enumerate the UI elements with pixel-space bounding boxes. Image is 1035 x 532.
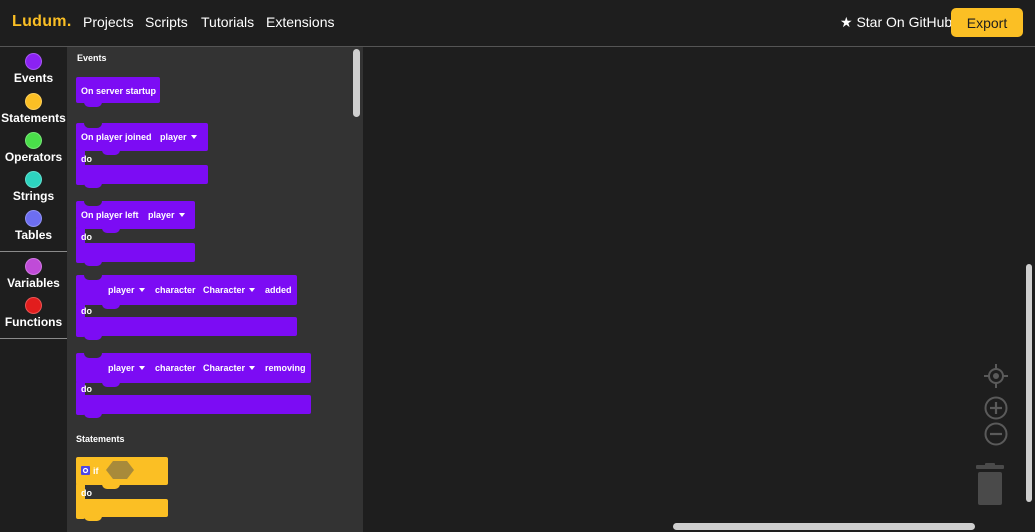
block-text: removing <box>265 363 306 373</box>
category-label: Operators <box>4 150 63 164</box>
player-dropdown[interactable]: player <box>160 132 197 142</box>
app-logo[interactable]: Ludum. <box>12 13 72 31</box>
category-statements[interactable]: Statements <box>0 93 67 125</box>
category-label: Tables <box>14 228 53 242</box>
block-text: On player left <box>81 210 139 220</box>
workspace-vertical-scrollbar[interactable] <box>1026 264 1032 502</box>
category-label: Statements <box>1 111 66 125</box>
gear-icon[interactable] <box>81 466 90 475</box>
dropdown-label: player <box>148 210 175 220</box>
category-label: Events <box>13 71 54 85</box>
category-label: Functions <box>4 315 63 329</box>
player-dropdown[interactable]: player <box>108 285 145 295</box>
do-label: do <box>81 306 92 316</box>
nav-link-tutorials[interactable]: Tutorials <box>201 14 254 30</box>
category-operators[interactable]: Operators <box>0 132 67 164</box>
player-dropdown[interactable]: player <box>108 363 145 373</box>
dropdown-label: Character <box>203 363 246 373</box>
nav-link-extensions[interactable]: Extensions <box>266 14 334 30</box>
caret-down-icon <box>138 287 145 292</box>
block-text: On server startup <box>81 86 157 96</box>
workspace-horizontal-scrollbar[interactable] <box>673 523 975 530</box>
block-if[interactable]: if do <box>76 457 168 521</box>
player-dropdown[interactable]: player <box>148 210 185 220</box>
block-text: character <box>155 363 196 373</box>
star-on-github-link[interactable]: ★ Star On GitHub <box>840 14 952 31</box>
zoom-out-icon[interactable] <box>984 422 1008 446</box>
strings-color-dot <box>25 171 42 188</box>
workspace-canvas[interactable] <box>363 47 1035 532</box>
category-functions[interactable]: Functions <box>0 297 67 329</box>
caret-down-icon <box>249 365 256 370</box>
trash-icon[interactable] <box>974 463 1006 507</box>
caret-down-icon <box>138 365 145 370</box>
nav-link-projects[interactable]: Projects <box>83 14 134 30</box>
nav-link-scripts[interactable]: Scripts <box>145 14 188 30</box>
operators-color-dot <box>25 132 42 149</box>
do-label: do <box>81 154 92 164</box>
zoom-in-icon[interactable] <box>984 396 1008 420</box>
category-tables[interactable]: Tables <box>0 210 67 242</box>
dropdown-label: player <box>108 363 135 373</box>
block-on-player-joined[interactable]: On player joined player do <box>76 123 208 188</box>
category-toolbox: Events Statements Operators Strings Tabl… <box>0 47 67 532</box>
character-dropdown[interactable]: Character <box>203 363 256 373</box>
block-character-removing[interactable]: player character Character removing do <box>76 353 311 418</box>
caret-down-icon <box>249 287 256 292</box>
block-on-player-left[interactable]: On player left player do <box>76 201 195 266</box>
category-variables[interactable]: Variables <box>0 258 67 290</box>
flyout-scrollbar[interactable] <box>353 49 360 117</box>
dropdown-label: player <box>108 285 135 295</box>
caret-down-icon <box>190 134 197 139</box>
variables-color-dot <box>25 258 42 275</box>
top-navbar: Ludum. Projects Scripts Tutorials Extens… <box>0 0 1035 46</box>
functions-color-dot <box>25 297 42 314</box>
do-label: do <box>81 384 92 394</box>
target-icon[interactable] <box>984 364 1008 388</box>
dropdown-label: player <box>160 132 187 142</box>
section-title-statements: Statements <box>76 434 125 444</box>
block-character-added[interactable]: player character Character added do <box>76 275 297 340</box>
export-button[interactable]: Export <box>951 8 1023 37</box>
if-label: if <box>93 466 99 476</box>
block-flyout: Events On server startup On player joine… <box>67 47 363 532</box>
block-on-server-startup[interactable]: On server startup <box>76 77 160 107</box>
block-text: On player joined <box>81 132 152 142</box>
category-separator <box>0 338 67 339</box>
category-strings[interactable]: Strings <box>0 171 67 203</box>
dropdown-label: Character <box>203 285 246 295</box>
hexagon-input-slot[interactable] <box>105 460 135 480</box>
events-color-dot <box>25 53 42 70</box>
category-events[interactable]: Events <box>0 53 67 85</box>
category-separator <box>0 251 67 252</box>
category-label: Variables <box>7 276 60 290</box>
caret-down-icon <box>178 212 185 217</box>
block-text: added <box>265 285 292 295</box>
section-title-events: Events <box>77 53 107 63</box>
character-dropdown[interactable]: Character <box>203 285 256 295</box>
do-label: do <box>81 488 92 498</box>
statements-color-dot <box>25 93 42 110</box>
tables-color-dot <box>25 210 42 227</box>
block-text: character <box>155 285 196 295</box>
category-label: Strings <box>12 189 55 203</box>
do-label: do <box>81 232 92 242</box>
